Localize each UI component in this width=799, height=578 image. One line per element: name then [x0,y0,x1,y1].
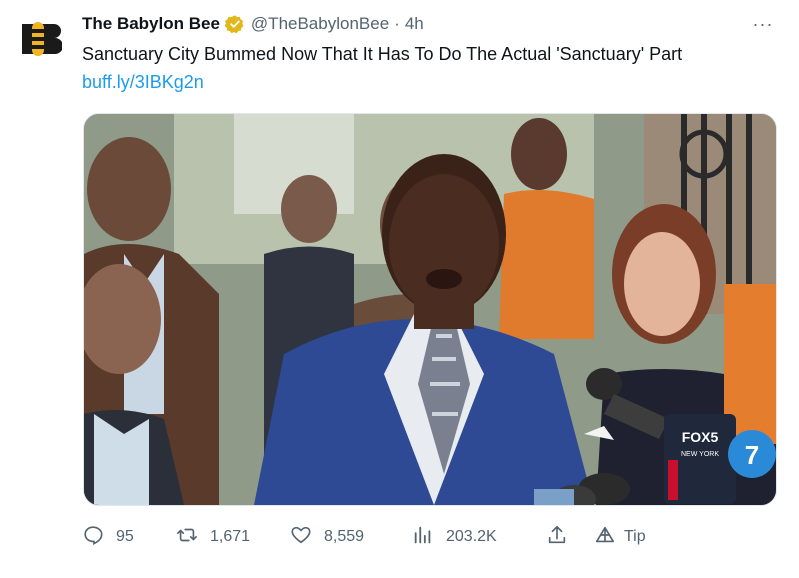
tip-button[interactable]: Tip [594,522,646,552]
retweet-button[interactable]: 1,671 [176,522,250,552]
tweet-media-photo[interactable]: FOX5 NEW YORK 7 [83,113,777,506]
author-handle[interactable]: @TheBabylonBee [251,14,389,34]
tweet-time[interactable]: 4h [405,14,424,34]
tweet-actions: 95 1,671 8,559 203.2K Tip [82,522,702,552]
author-name[interactable]: The Babylon Bee [82,14,220,34]
reply-button[interactable]: 95 [82,522,134,552]
tweet-header: The Babylon Bee @TheBabylonBee · 4h ··· [82,12,779,36]
mic-flag-label: FOX5 [682,429,719,445]
mic-logo-number: 7 [745,440,759,470]
share-icon [546,524,568,551]
verified-badge-icon [224,14,245,34]
views-icon [412,524,434,551]
tweet-link[interactable]: buff.ly/3IBKg2n [82,70,204,94]
like-icon [290,524,312,551]
tweet-text: Sanctuary City Bummed Now That It Has To… [82,44,683,64]
tip-label: Tip [624,528,646,545]
babylon-bee-logo-icon [18,22,62,56]
like-button[interactable]: 8,559 [290,522,364,552]
like-count: 8,559 [324,528,365,545]
more-icon[interactable]: ··· [751,14,775,34]
retweet-icon [176,524,198,551]
separator-dot: · [394,14,400,33]
views-count: 203.2K [446,528,497,545]
avatar[interactable] [12,12,64,64]
tip-icon [594,524,616,551]
retweet-count: 1,671 [210,528,251,545]
share-button[interactable] [546,522,568,552]
tweet-card[interactable]: The Babylon Bee @TheBabylonBee · 4h ··· … [0,0,799,578]
views-button[interactable]: 203.2K [412,522,497,552]
reply-count: 95 [116,528,134,545]
reply-icon [82,524,104,551]
mic-flag-sub: NEW YORK [681,451,719,458]
